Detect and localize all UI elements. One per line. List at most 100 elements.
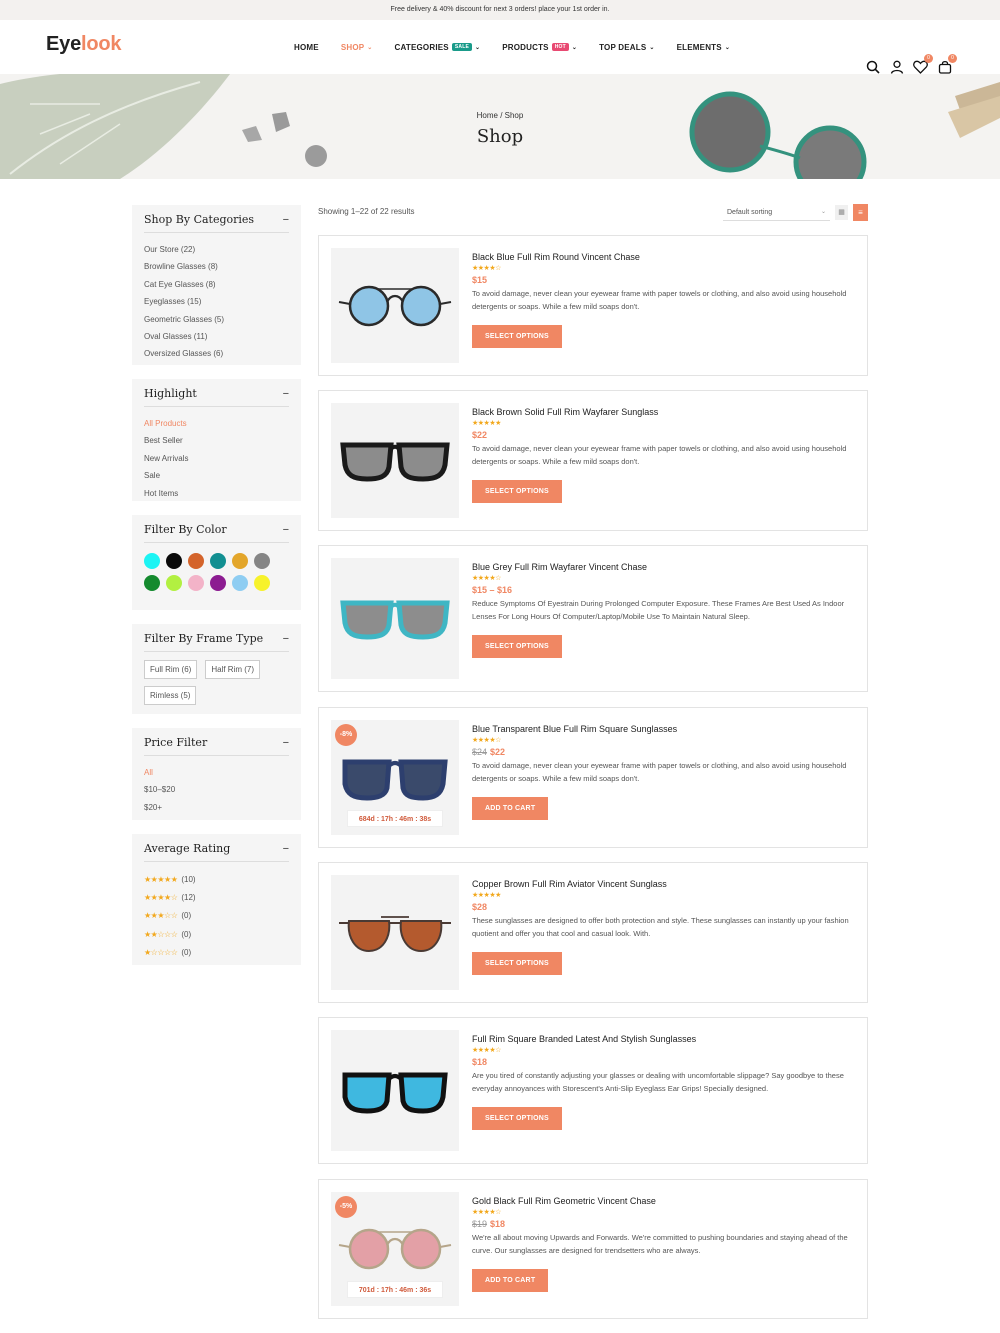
color-swatch[interactable] [188, 553, 204, 569]
color-swatch[interactable] [144, 575, 160, 591]
color-swatch[interactable] [232, 575, 248, 591]
product-name[interactable]: Blue Grey Full Rim Wayfarer Vincent Chas… [472, 562, 853, 572]
rating-filter-row[interactable]: ★★☆☆☆ (0) [144, 925, 289, 943]
collapse-icon[interactable]: − [283, 843, 289, 855]
widget-color-head: Filter By Color − [144, 523, 289, 543]
product-image[interactable] [331, 1030, 459, 1151]
select-options-button[interactable]: SELECT OPTIONS [472, 479, 562, 503]
product-price: $28 [472, 902, 853, 912]
category-link[interactable]: Oval Glasses (11) [144, 328, 289, 345]
rating-stars: ★★★☆☆ [144, 911, 178, 921]
price-filter-link[interactable]: $10–$20 [144, 781, 289, 798]
product-current-price: $15 [472, 275, 488, 285]
highlight-link[interactable]: Hot Items [144, 485, 289, 502]
category-link[interactable]: Oversized Glasses (6) [144, 345, 289, 362]
rating-filter-row[interactable]: ★☆☆☆☆ (0) [144, 943, 289, 961]
price-filter-link[interactable]: $20+ [144, 799, 289, 816]
color-swatch[interactable] [254, 553, 270, 569]
color-swatch[interactable] [166, 575, 182, 591]
category-link[interactable]: Browline Glasses (8) [144, 258, 289, 275]
product-image[interactable] [331, 875, 459, 990]
collapse-icon[interactable]: − [283, 524, 289, 536]
user-icon[interactable] [889, 59, 904, 74]
product-info: Copper Brown Full Rim Aviator Vincent Su… [472, 879, 853, 975]
product-name[interactable]: Copper Brown Full Rim Aviator Vincent Su… [472, 879, 853, 889]
highlight-link[interactable]: New Arrivals [144, 450, 289, 467]
product-description: Reduce Symptoms Of Eyestrain During Prol… [472, 599, 845, 622]
collapse-icon[interactable]: − [283, 388, 289, 400]
add-to-cart-button[interactable]: ADD TO CART [472, 796, 549, 820]
chevron-down-icon: ⌄ [724, 44, 731, 51]
product-card: Black Blue Full Rim Round Vincent Chase ★… [318, 235, 868, 376]
grid-view-icon[interactable]: ▦ [835, 205, 848, 220]
sunglasses-image [340, 600, 450, 640]
product-current-price: $22 [490, 747, 506, 757]
list-view-icon[interactable]: ≡ [853, 204, 868, 221]
wishlist-icon[interactable]: 0 [913, 54, 933, 74]
frame-type-chips: Full Rim (6) Half Rim (7) Rimless (5) [144, 660, 289, 705]
product-card: Copper Brown Full Rim Aviator Vincent Su… [318, 862, 868, 1003]
nav-item-products[interactable]: PRODUCTS HOT ⌄ [502, 43, 577, 52]
rating-count: (0) [181, 947, 192, 957]
highlight-link[interactable]: Sale [144, 467, 289, 484]
logo-part-eye: Eye [46, 33, 81, 55]
product-image[interactable] [331, 248, 459, 363]
select-options-button[interactable]: SELECT OPTIONS [472, 324, 562, 348]
widget-color-filter: Filter By Color − [132, 515, 301, 610]
select-options-button[interactable]: SELECT OPTIONS [472, 951, 562, 975]
select-options-button[interactable]: SELECT OPTIONS [472, 1106, 562, 1130]
collapse-icon[interactable]: − [283, 737, 289, 749]
logo[interactable]: Eyelook [46, 33, 122, 56]
color-swatch[interactable] [210, 575, 226, 591]
add-to-cart-button[interactable]: ADD TO CART [472, 1268, 549, 1292]
nav-item-categories[interactable]: CATEGORIES SALE ⌄ [395, 43, 481, 52]
color-swatch[interactable] [254, 575, 270, 591]
rating-filter-row[interactable]: ★★★★☆ (12) [144, 888, 289, 906]
rating-filter-row[interactable]: ★★★★★ (10) [144, 870, 289, 888]
product-info: Gold Black Full Rim Geometric Vincent Ch… [472, 1196, 853, 1292]
cart-icon[interactable]: 0 [937, 54, 957, 74]
announcement-text: Free delivery & 40% discount for next 3 … [390, 6, 610, 13]
frame-type-chip[interactable]: Half Rim (7) [205, 660, 261, 679]
product-name[interactable]: Blue Transparent Blue Full Rim Square Su… [472, 724, 853, 734]
color-swatch[interactable] [210, 553, 226, 569]
product-name[interactable]: Full Rim Square Branded Latest And Styli… [472, 1034, 853, 1044]
rating-filter-row[interactable]: ★★★☆☆ (0) [144, 907, 289, 925]
product-image[interactable] [331, 558, 459, 679]
nav-tag-badge: HOT [551, 43, 569, 51]
highlight-link[interactable]: All Products [144, 415, 289, 432]
nav-item-home[interactable]: HOME [294, 43, 319, 52]
search-icon[interactable] [865, 59, 880, 74]
collapse-icon[interactable]: − [283, 633, 289, 645]
category-link[interactable]: Cat Eye Glasses (8) [144, 276, 289, 293]
nav-item-elements[interactable]: ELEMENTS ⌄ [677, 43, 730, 52]
color-swatch[interactable] [166, 553, 182, 569]
color-swatch[interactable] [188, 575, 204, 591]
sunglasses-image [338, 285, 452, 326]
product-name[interactable]: Gold Black Full Rim Geometric Vincent Ch… [472, 1196, 853, 1206]
category-link[interactable]: Geometric Glasses (5) [144, 311, 289, 328]
product-old-price: $24 [472, 747, 488, 757]
nav-item-top-deals[interactable]: TOP DEALS ⌄ [599, 43, 655, 52]
product-image[interactable]: -8% 684d : 17h : 46m : 38s [331, 720, 459, 835]
highlight-link[interactable]: Best Seller [144, 432, 289, 449]
category-link[interactable]: Eyeglasses (15) [144, 293, 289, 310]
frame-type-chip[interactable]: Full Rim (6) [144, 660, 198, 679]
product-description: Are you tired of constantly adjusting yo… [472, 1071, 844, 1094]
product-current-price: $22 [472, 430, 488, 440]
collapse-icon[interactable]: − [283, 214, 289, 226]
nav-item-shop[interactable]: SHOP ⌄ [341, 43, 373, 52]
rating-count: (0) [181, 929, 192, 939]
frame-type-chip[interactable]: Rimless (5) [144, 686, 197, 705]
sorting-select[interactable]: Default sorting ⌄ [723, 204, 830, 221]
select-options-button[interactable]: SELECT OPTIONS [472, 634, 562, 658]
product-image[interactable] [331, 403, 459, 518]
product-image[interactable]: -5% 701d : 17h : 46m : 36s [331, 1192, 459, 1306]
color-swatch[interactable] [232, 553, 248, 569]
widget-categories-head: Shop By Categories − [144, 213, 289, 233]
price-filter-link[interactable]: All [144, 764, 289, 781]
category-link[interactable]: Our Store (22) [144, 241, 289, 258]
product-name[interactable]: Black Brown Solid Full Rim Wayfarer Sung… [472, 407, 853, 417]
product-name[interactable]: Black Blue Full Rim Round Vincent Chase [472, 252, 853, 262]
color-swatch[interactable] [144, 553, 160, 569]
